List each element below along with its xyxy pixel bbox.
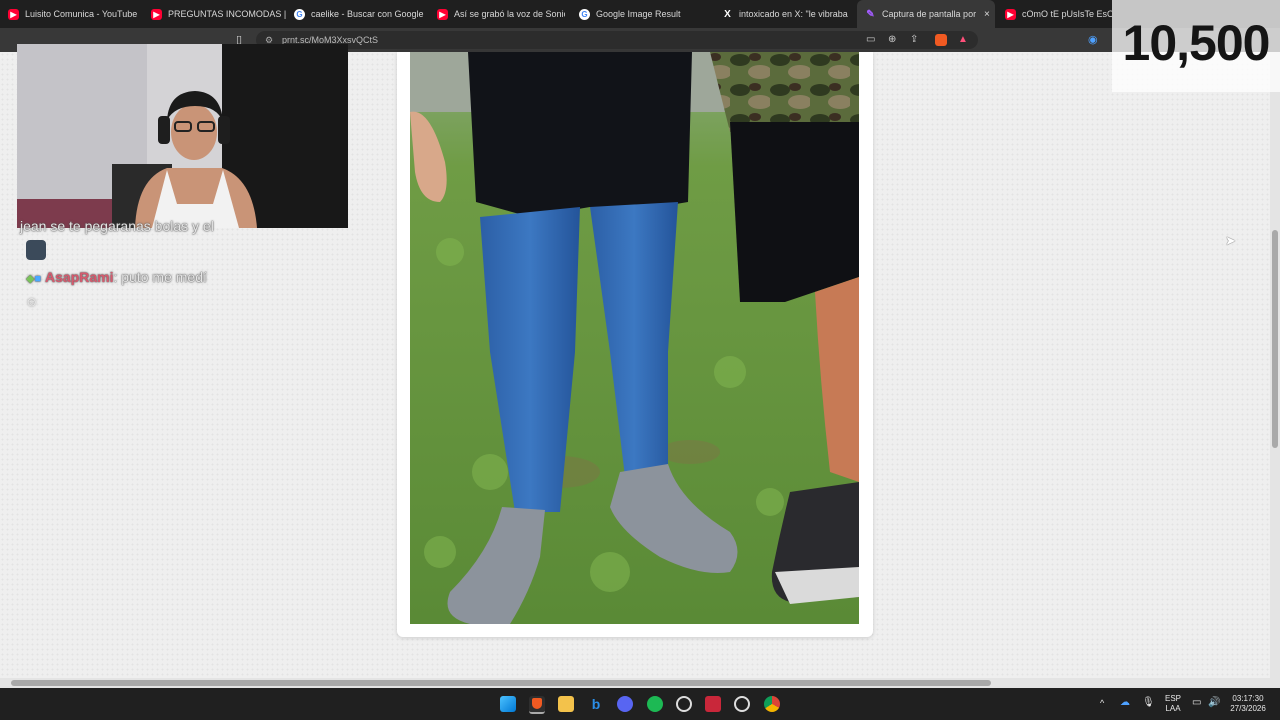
youtube-icon: ▶ — [8, 8, 19, 20]
obs-icon[interactable] — [676, 696, 692, 712]
clock[interactable]: 03:17:30 27/3/2026 — [1226, 694, 1270, 714]
chat-message-text: : puto me medí — [113, 269, 207, 285]
volume-icon[interactable]: 🔊 — [1208, 698, 1220, 708]
tab-google-search[interactable]: G caelike - Buscar con Google — [294, 0, 429, 28]
youtube-icon: ▶ — [1005, 8, 1016, 20]
vertical-scrollbar[interactable] — [1270, 52, 1280, 678]
language-indicator[interactable]: ESP LAA — [1160, 694, 1186, 714]
donation-counter: 10,500 — [1112, 0, 1280, 92]
tab-lightshot-capture[interactable]: ✎ Captura de pantalla por Li × — [857, 0, 995, 28]
tab-title: Así se grabó la voz de Sonic pa — [454, 9, 565, 19]
tab-title: Google Image Result — [596, 9, 681, 19]
tab-como-te-pusiste[interactable]: ▶ cOmO tE pUsIsTe EsOs Je — [1005, 0, 1112, 28]
browser-tab-strip: ▶ Luisito Comunica - YouTube ▶ PREGUNTAS… — [0, 0, 1280, 28]
tab-x-post[interactable]: X intoxicado en X: "le vibraba un — [722, 0, 850, 28]
language-code: ESP — [1164, 694, 1181, 703]
streamer-webcam — [17, 44, 348, 228]
tab-title: cOmO tE pUsIsTe EsOs Je — [1022, 9, 1112, 19]
network-icon[interactable]: ▭ — [1192, 698, 1201, 708]
brave-shields-icon[interactable] — [935, 34, 947, 46]
address-bar[interactable]: ⚙ prnt.sc/MoM3XxsvQCtS ▭ ⊕ ⇪ ▲ — [256, 31, 978, 49]
mouse-cursor-icon: ➤ — [1225, 233, 1236, 248]
chat-emote-icon — [26, 240, 46, 260]
clock-time: 03:17:30 — [1232, 694, 1264, 703]
photo-people-standing-on-grass — [410, 52, 859, 624]
microphone-icon[interactable]: 🎙 — [1142, 698, 1155, 708]
chrome-icon[interactable] — [764, 696, 780, 712]
counter-value: 10,500 — [1122, 15, 1271, 71]
zoom-icon[interactable]: ⊕ — [888, 31, 896, 49]
file-explorer-icon[interactable] — [558, 696, 574, 712]
vertical-scrollbar-thumb[interactable] — [1272, 230, 1278, 448]
discord-icon[interactable] — [617, 696, 633, 712]
bing-icon[interactable]: b — [588, 696, 604, 712]
audio-playing-icon[interactable]: ◉ — [1088, 32, 1098, 48]
stream-deck-icon[interactable] — [705, 696, 721, 712]
onedrive-icon[interactable]: ☁ — [1120, 698, 1130, 708]
x-icon: X — [724, 8, 731, 20]
windows-start-icon[interactable] — [500, 696, 516, 712]
screenshot-image[interactable] — [410, 52, 859, 624]
tab-title: caelike - Buscar con Google — [311, 9, 424, 19]
chat-message-1: jean se te pegaranas bolas y el — [20, 218, 214, 234]
tab-title: PREGUNTAS INCOMODAS | De — [168, 9, 286, 19]
windows-taskbar: b ^ ☁ 🎙 ESP LAA ▭ 🔊 03:17:30 27/3/2026 — [0, 688, 1280, 720]
share-icon[interactable]: ⇪ — [910, 31, 918, 49]
tab-title: Luisito Comunica - YouTube — [25, 9, 138, 19]
horizontal-scrollbar-thumb[interactable] — [11, 680, 991, 686]
tab-sonic-voice[interactable]: ▶ Así se grabó la voz de Sonic pa — [437, 0, 565, 28]
webcam-feed-image — [17, 44, 348, 228]
feather-icon: ✎ — [866, 8, 875, 20]
google-icon: G — [579, 8, 590, 20]
google-icon: G — [294, 8, 305, 20]
chat-badge-cube-icon: ■ — [34, 273, 42, 285]
tab-close-icon[interactable]: × — [984, 9, 990, 20]
chat-emote-ghost-icon: ☺ — [25, 294, 39, 309]
chat-message-text: jean se te pegaranas bolas y el — [20, 218, 214, 234]
tab-preguntas-incomodas[interactable]: ▶ PREGUNTAS INCOMODAS | De — [151, 0, 286, 28]
tray-overflow-icon[interactable]: ^ — [1100, 698, 1104, 708]
spotify-icon[interactable] — [647, 696, 663, 712]
chat-message-2: ◆■ AsapRami: puto me medí — [26, 269, 207, 285]
brave-taskbar-icon[interactable] — [529, 696, 545, 714]
screen-cast-icon[interactable]: ▭ — [866, 31, 875, 49]
tab-title: Captura de pantalla por Li — [882, 9, 976, 19]
tab-google-image-result[interactable]: G Google Image Result — [579, 0, 714, 28]
keyboard-layout: LAA — [1165, 704, 1181, 713]
horizontal-scrollbar[interactable] — [0, 678, 1280, 688]
tab-title: intoxicado en X: "le vibraba un — [739, 9, 850, 19]
clock-date: 27/3/2026 — [1230, 704, 1266, 713]
screenshot-card — [397, 52, 873, 637]
youtube-icon: ▶ — [437, 8, 448, 20]
tab-luisito-comunica[interactable]: ▶ Luisito Comunica - YouTube — [8, 0, 143, 28]
chat-username: AsapRami — [45, 269, 114, 285]
ccleaner-icon[interactable] — [734, 696, 750, 712]
youtube-icon: ▶ — [151, 8, 162, 20]
brave-rewards-icon[interactable]: ▲ — [958, 31, 968, 49]
